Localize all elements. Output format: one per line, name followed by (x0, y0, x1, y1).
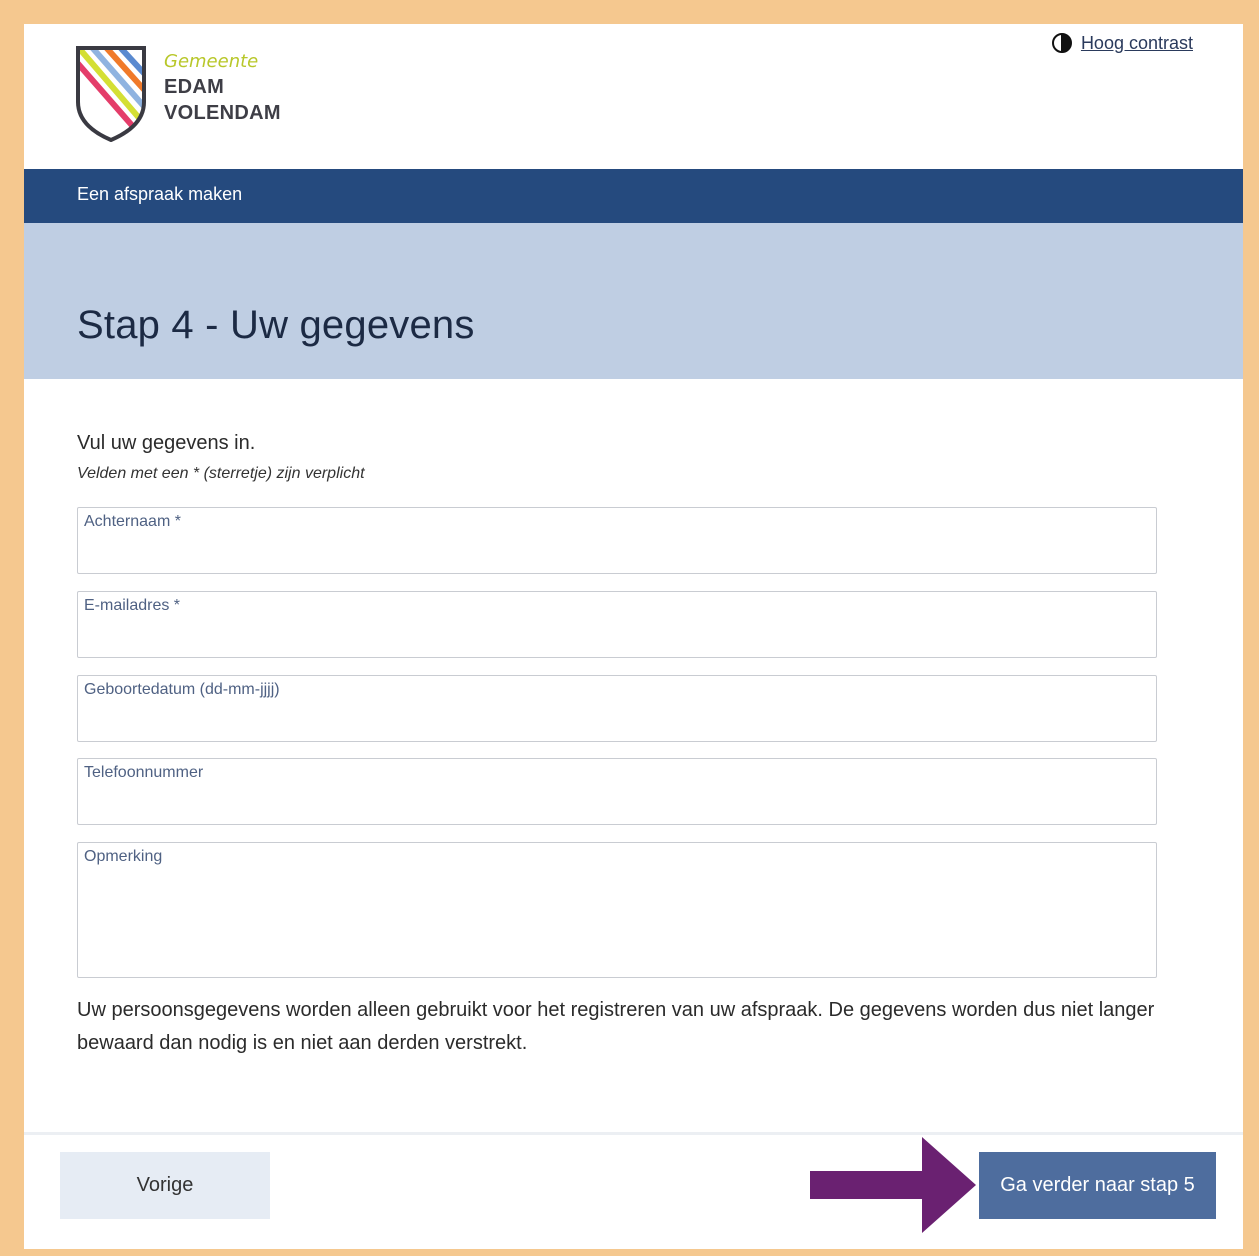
next-step-button[interactable]: Ga verder naar stap 5 (979, 1152, 1216, 1219)
contrast-icon (1051, 33, 1072, 53)
last-name-label: Achternaam * (84, 513, 181, 530)
page-title: Stap 4 - Uw gegevens (77, 303, 475, 347)
logo-text: Gemeente EDAM VOLENDAM (164, 50, 281, 126)
required-fields-hint: Velden met een * (sterretje) zijn verpli… (77, 465, 365, 482)
email-label: E-mailadres * (84, 597, 181, 614)
municipality-logo[interactable]: Gemeente EDAM VOLENDAM (76, 46, 306, 146)
page-frame: Gemeente EDAM VOLENDAM Hoog contrast Een… (24, 24, 1243, 1249)
footer-divider (24, 1132, 1243, 1135)
shield-logo-icon (76, 46, 146, 142)
email-field[interactable]: E-mailadres * (77, 591, 1157, 658)
previous-button[interactable]: Vorige (60, 1152, 270, 1219)
intro-text: Vul uw gegevens in. (77, 432, 256, 454)
logo-line-edam: EDAM (164, 76, 225, 98)
birthdate-field[interactable]: Geboortedatum (dd-mm-jjjj) (77, 675, 1157, 742)
site-header: Gemeente EDAM VOLENDAM Hoog contrast (24, 24, 1243, 169)
high-contrast-toggle[interactable]: Hoog contrast (1051, 32, 1193, 54)
logo-line-volendam: VOLENDAM (164, 102, 281, 124)
nav-bar: Een afspraak maken (24, 169, 1243, 223)
phone-field[interactable]: Telefoonnummer (77, 758, 1157, 825)
last-name-field[interactable]: Achternaam * (77, 507, 1157, 574)
birthdate-label: Geboortedatum (dd-mm-jjjj) (84, 681, 280, 698)
nav-title[interactable]: Een afspraak maken (77, 184, 242, 205)
title-band: Stap 4 - Uw gegevens (24, 223, 1243, 379)
privacy-notice: Uw persoonsgegevens worden alleen gebrui… (77, 999, 1155, 1054)
annotation-arrow-icon (810, 1137, 976, 1233)
remark-label: Opmerking (84, 848, 163, 865)
phone-label: Telefoonnummer (84, 764, 204, 781)
remark-textarea[interactable]: Opmerking (77, 842, 1157, 978)
high-contrast-link[interactable]: Hoog contrast (1081, 33, 1193, 54)
logo-line-gemeente: Gemeente (164, 51, 259, 72)
